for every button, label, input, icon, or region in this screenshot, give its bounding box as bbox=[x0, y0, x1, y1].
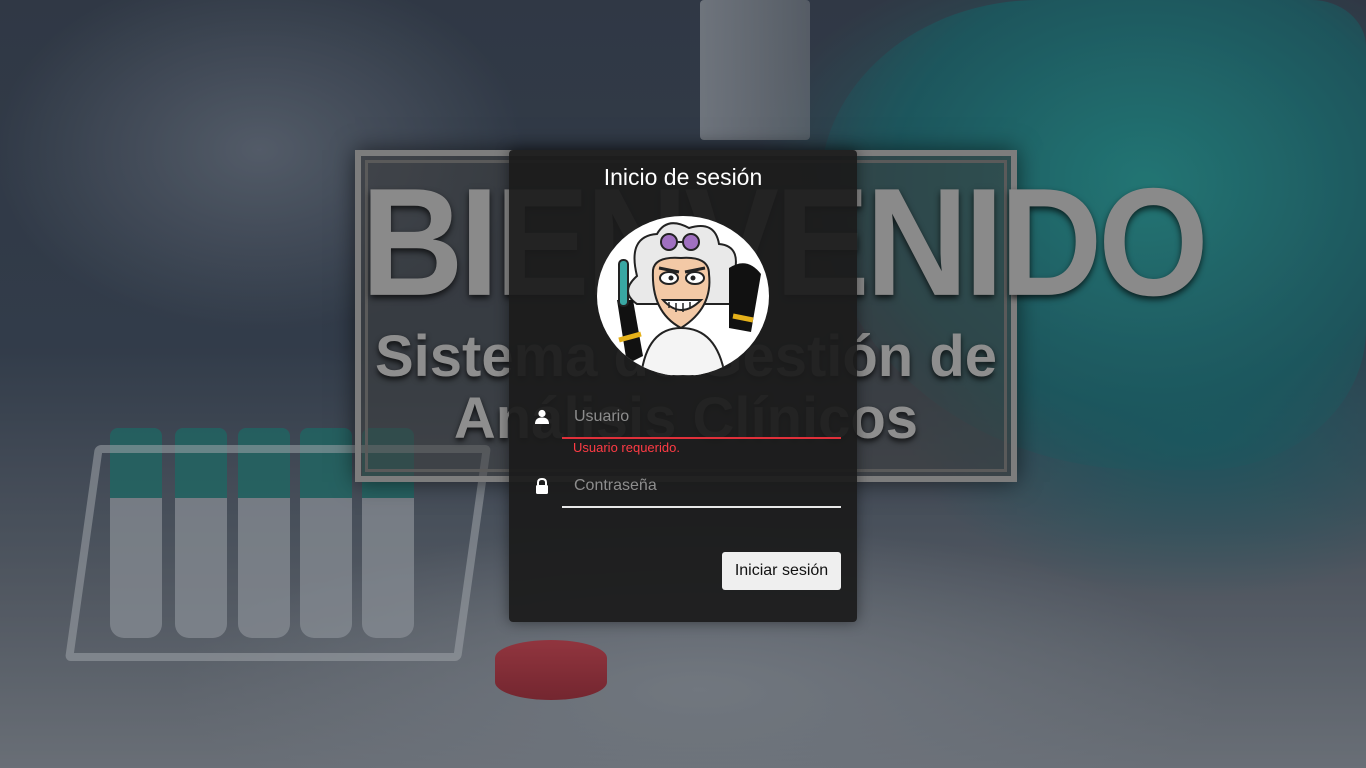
username-input[interactable] bbox=[562, 397, 841, 437]
scientist-illustration bbox=[617, 222, 761, 376]
lock-icon bbox=[534, 477, 550, 494]
password-input[interactable] bbox=[562, 466, 841, 506]
login-title: Inicio de sesión bbox=[603, 164, 763, 190]
login-button[interactable]: Iniciar sesión bbox=[722, 552, 841, 590]
username-error-message: Usuario requerido. bbox=[573, 440, 680, 455]
user-icon bbox=[534, 409, 550, 425]
username-field-group bbox=[535, 397, 841, 439]
password-field-group bbox=[536, 466, 841, 508]
mad-scientist-avatar bbox=[597, 216, 769, 376]
login-card: Inicio de sesión Usuario Usuario requeri… bbox=[509, 150, 857, 622]
